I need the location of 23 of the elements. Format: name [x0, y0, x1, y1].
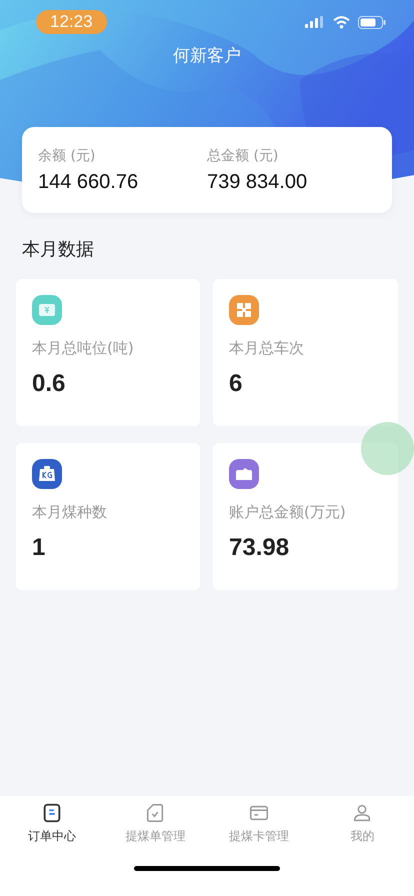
stat-card[interactable]: 本月煤种数 1: [16, 443, 200, 590]
page-title: 何新客户: [173, 45, 241, 67]
balance-label: 余额 (元): [38, 146, 96, 164]
battery-icon: [358, 16, 386, 28]
stat-value: 1: [32, 534, 46, 562]
stat-value: 73.98: [229, 534, 290, 562]
balance-value: 739 834.00: [207, 170, 308, 194]
stat-card[interactable]: 本月总吨位(吨) 0.6: [16, 279, 200, 426]
status-time: 12:23: [36, 10, 107, 34]
stat-card[interactable]: 本月总车次 6: [213, 279, 398, 426]
stat-card[interactable]: 账户总金额(万元) 73.98: [213, 443, 398, 590]
wifi-icon: [333, 16, 350, 28]
stat-value: 6: [229, 370, 242, 398]
balance-value: 144 660.76: [38, 170, 138, 194]
stat-label: 本月总车次: [229, 339, 304, 358]
section-title: 本月数据: [22, 238, 94, 261]
stat-label: 账户总金额(万元): [229, 503, 346, 522]
balance-label: 总金额 (元): [207, 146, 278, 164]
stat-value: 0.6: [32, 370, 66, 398]
tab-item[interactable]: 订单中心: [0, 802, 104, 862]
stat-label: 本月总吨位(吨): [32, 339, 134, 358]
signal-icon: [305, 16, 325, 28]
stat-label: 本月煤种数: [32, 503, 107, 522]
